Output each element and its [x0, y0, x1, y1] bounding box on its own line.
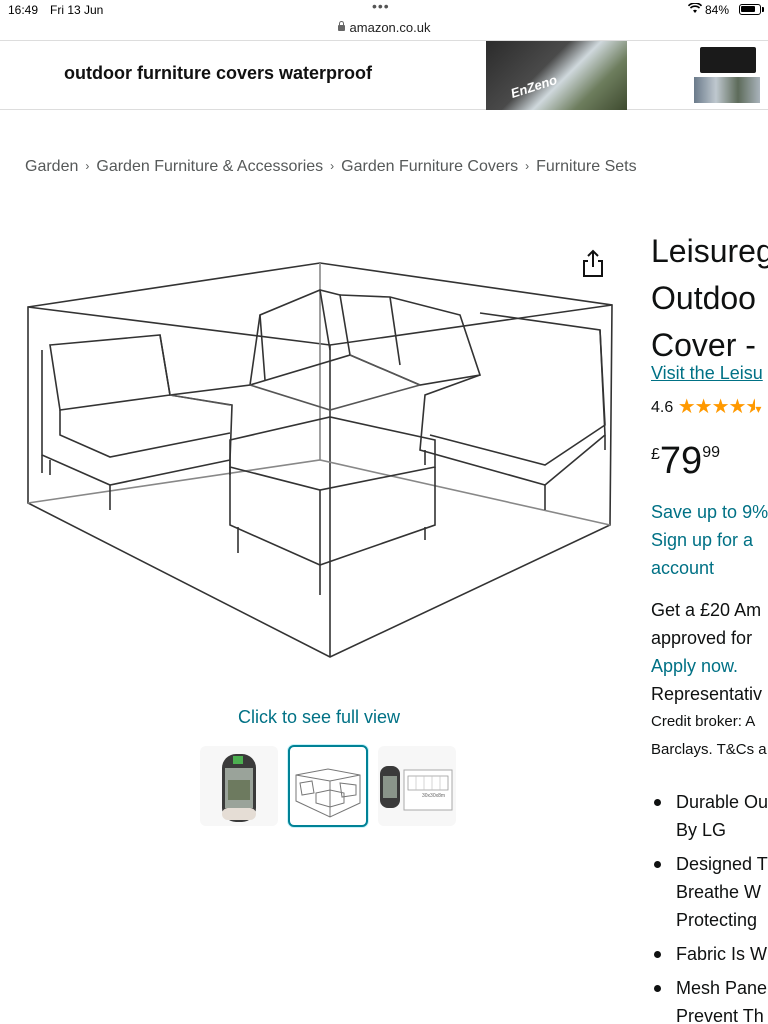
breadcrumb-item-furniture-sets[interactable]: Furniture Sets — [536, 158, 636, 175]
status-time: 16:49 — [8, 3, 39, 17]
url-text: amazon.co.uk — [349, 20, 431, 35]
breadcrumb-item-garden[interactable]: Garden — [25, 158, 78, 175]
chevron-right-icon: › — [330, 159, 335, 173]
product-rating[interactable]: 4.6 ★★★★★▾ — [651, 393, 762, 418]
credit-card-offer: Get a £20 Am approved for Apply now. Rep… — [651, 600, 767, 758]
chevron-right-icon: › — [85, 159, 90, 173]
thumbnail-2-selected[interactable] — [288, 745, 368, 827]
product-price: £7999 — [651, 440, 720, 482]
star-rating-icon: ★★★★★▾ — [677, 396, 762, 418]
list-item: Durable Ou By LG — [651, 788, 768, 844]
sponsored-ad-banner[interactable]: outdoor furniture covers waterproof EnZe… — [0, 40, 768, 110]
see-full-view-link[interactable]: Click to see full view — [238, 707, 400, 728]
list-item: Mesh Pane Prevent Th — [651, 974, 768, 1024]
thumbnail-3[interactable]: 30x30x8m — [378, 746, 456, 826]
list-item: Fabric Is W — [651, 940, 768, 968]
breadcrumb-item-garden-furniture[interactable]: Garden Furniture & Accessories — [96, 158, 323, 175]
battery-icon — [739, 4, 761, 15]
apply-now-link[interactable]: Apply now. — [651, 652, 767, 680]
address-bar[interactable]: amazon.co.uk — [0, 20, 768, 40]
list-item: Designed T Breathe W Protecting — [651, 850, 768, 934]
battery-percentage: 84% — [705, 3, 730, 17]
status-bar: 16:49 Fri 13 Jun ••• 84% — [0, 0, 768, 20]
wifi-icon — [687, 2, 703, 17]
chevron-right-icon: › — [525, 159, 530, 173]
thumbnail-3-dimension-label: 30x30x8m — [422, 793, 446, 799]
prime-savings-link[interactable]: Save up to 9% Sign up for a account — [651, 498, 768, 582]
breadcrumb: Garden › Garden Furniture & Accessories › Ga… — [25, 158, 637, 176]
thumbnail-1[interactable] — [200, 746, 278, 826]
multitasking-dots-icon[interactable]: ••• — [372, 0, 390, 13]
ad-product-image-2[interactable] — [690, 43, 768, 107]
status-date: Fri 13 Jun — [50, 3, 104, 17]
lock-icon — [337, 21, 345, 31]
ad-product-image[interactable]: EnZeno — [486, 41, 627, 110]
product-title: Leisureg Outdoo Cover - — [651, 233, 768, 363]
visit-store-link[interactable]: Visit the Leisu — [651, 363, 763, 384]
main-product-image[interactable] — [20, 235, 630, 665]
feature-bullets: Durable Ou By LG Designed T Breathe W Pr… — [651, 788, 768, 1024]
ad-search-text[interactable]: outdoor furniture covers waterproof — [64, 63, 372, 84]
ad-brand-logo: EnZeno — [508, 72, 559, 101]
rating-value: 4.6 — [651, 399, 674, 416]
breadcrumb-item-covers[interactable]: Garden Furniture Covers — [341, 158, 518, 175]
